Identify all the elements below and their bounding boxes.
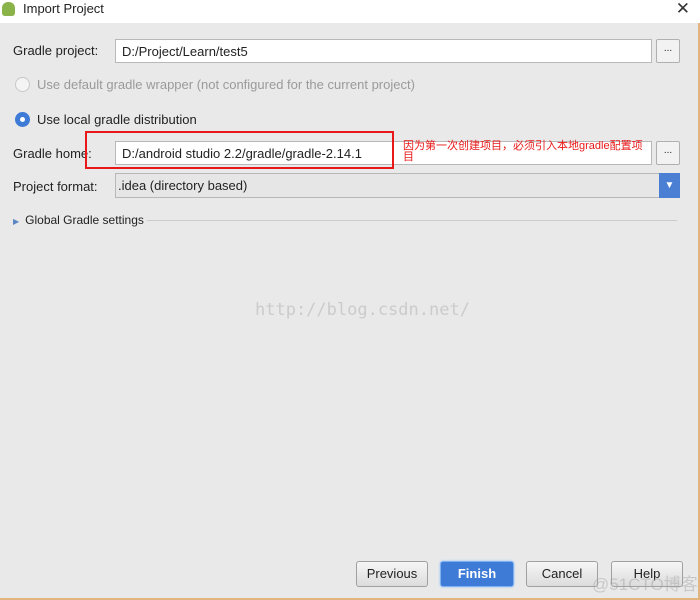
project-format-label: Project format: bbox=[13, 179, 98, 194]
android-studio-icon bbox=[2, 2, 15, 16]
cancel-button[interactable]: Cancel bbox=[526, 561, 598, 587]
annotation-note: 因为第一次创建项目，必须引入本地gradle配置项目 bbox=[403, 140, 643, 163]
project-format-select[interactable]: .idea (directory based) ▼ bbox=[115, 173, 680, 198]
radio-local-distribution[interactable] bbox=[15, 112, 30, 127]
radio-local-distribution-label: Use local gradle distribution bbox=[37, 112, 197, 127]
global-gradle-settings-toggle[interactable]: ▶ Global Gradle settings bbox=[13, 213, 144, 227]
expand-triangle-icon: ▶ bbox=[13, 217, 20, 226]
radio-dot bbox=[20, 117, 25, 122]
gradle-home-browse-button[interactable]: ... bbox=[656, 141, 680, 165]
help-button[interactable]: Help bbox=[611, 561, 683, 587]
window-title: Import Project bbox=[23, 1, 104, 16]
title-bar: Import Project ✕ bbox=[0, 0, 700, 23]
divider bbox=[147, 220, 677, 221]
global-gradle-settings-label: Global Gradle settings bbox=[25, 213, 144, 227]
finish-button[interactable]: Finish bbox=[440, 561, 514, 587]
gradle-project-input[interactable]: D:/Project/Learn/test5 bbox=[115, 39, 652, 63]
close-icon[interactable]: ✕ bbox=[676, 0, 690, 19]
radio-default-wrapper-label: Use default gradle wrapper (not configur… bbox=[37, 77, 415, 92]
gradle-project-label: Gradle project: bbox=[13, 43, 99, 58]
project-format-value: .idea (directory based) bbox=[118, 178, 248, 193]
watermark-csdn: http://blog.csdn.net/ bbox=[255, 300, 470, 320]
gradle-home-label: Gradle home: bbox=[13, 146, 92, 161]
annotation-highlight-box bbox=[85, 131, 394, 169]
chevron-down-icon[interactable]: ▼ bbox=[659, 173, 680, 198]
gradle-project-browse-button[interactable]: ... bbox=[656, 39, 680, 63]
radio-default-wrapper[interactable] bbox=[15, 77, 30, 92]
previous-button[interactable]: Previous bbox=[356, 561, 428, 587]
